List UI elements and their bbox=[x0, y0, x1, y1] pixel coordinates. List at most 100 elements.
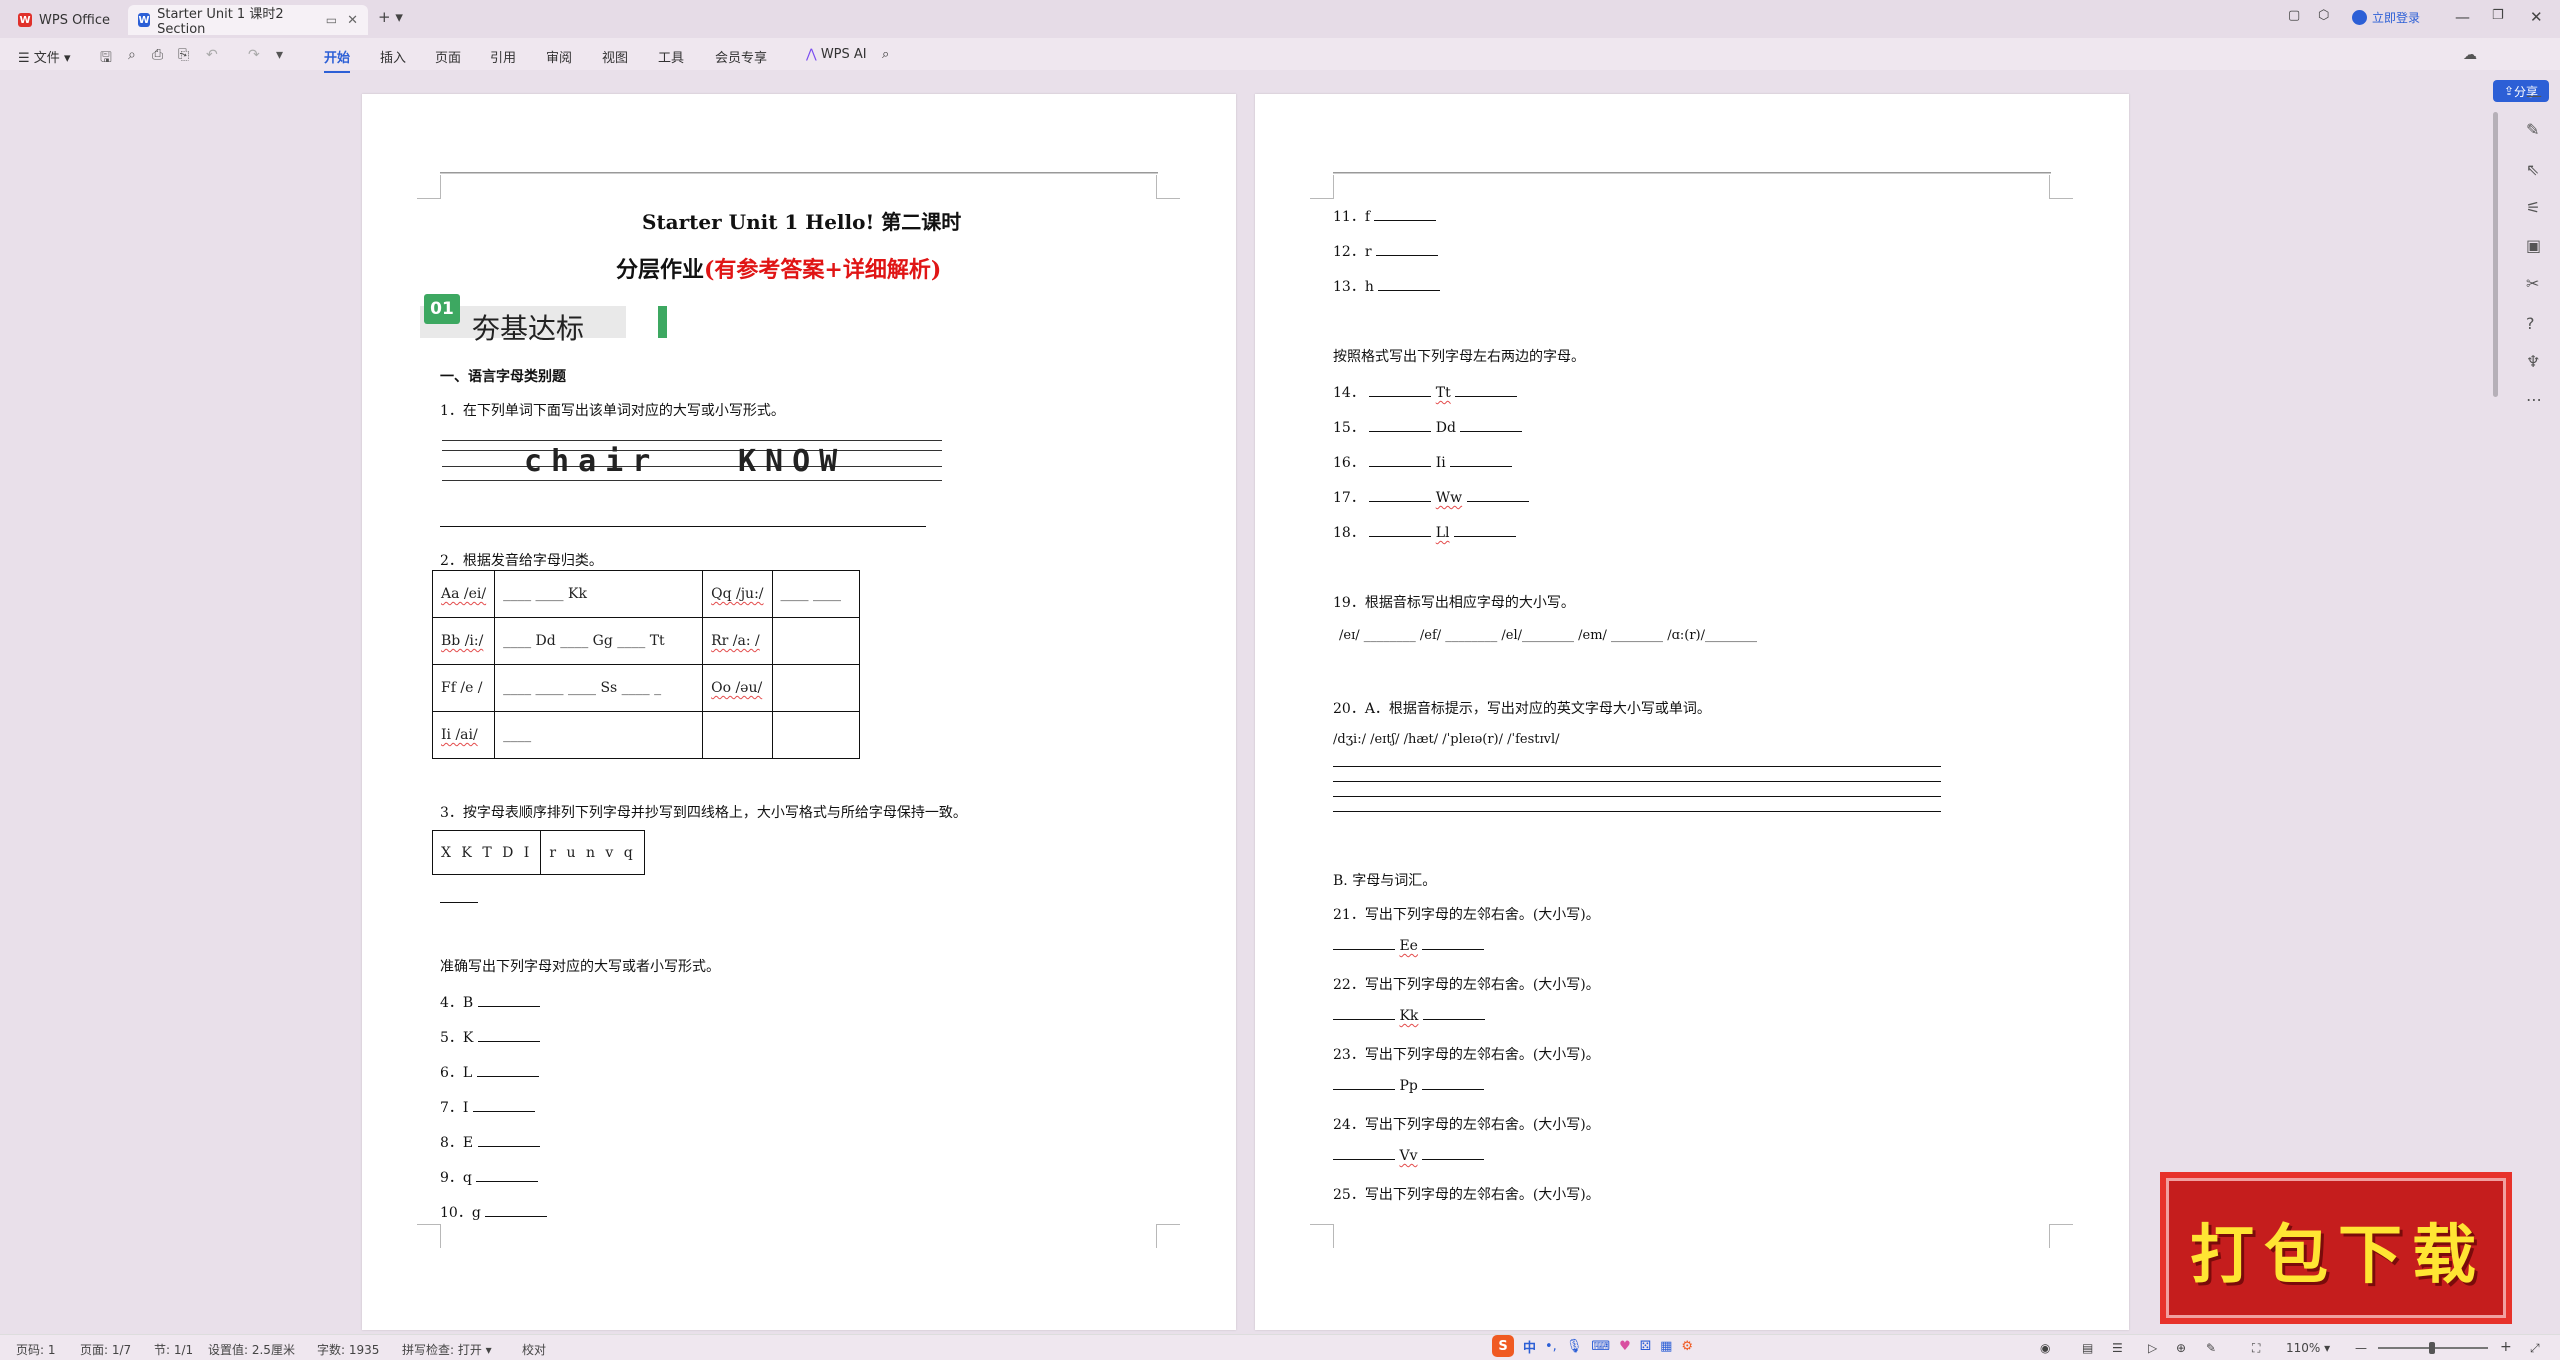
subtitle-text: 分层作业 bbox=[616, 257, 705, 283]
save-icon[interactable]: 🖫 bbox=[100, 47, 112, 71]
skin-icon[interactable]: ♥ bbox=[1619, 1339, 1631, 1354]
right-tool-panel: — ✎ ⇖ ⚟ ▣ ✂ ? ♆ ⋯ bbox=[2512, 70, 2560, 1334]
minimize-button[interactable]: — bbox=[2455, 8, 2470, 26]
table-cell bbox=[771, 664, 861, 712]
keyboard-icon[interactable]: ⌨ bbox=[1591, 1339, 1610, 1354]
tab-document[interactable]: W Starter Unit 1 课时2 Section ▭ ✕ bbox=[128, 5, 368, 37]
fit-page-icon[interactable]: ⛶ bbox=[2252, 1341, 2260, 1356]
redo-icon[interactable]: ↷ bbox=[248, 47, 260, 63]
restore-button[interactable]: ❐ bbox=[2492, 8, 2504, 23]
title-bar: W WPS Office W Starter Unit 1 课时2 Sectio… bbox=[0, 0, 2560, 38]
cube-icon[interactable]: ⬡ bbox=[2318, 8, 2329, 23]
status-word-count[interactable]: 字数: 1935 bbox=[317, 1341, 379, 1358]
doc-subtitle: 分层作业(有参考答案+详细解析) bbox=[616, 252, 941, 284]
help-icon[interactable]: ? bbox=[2526, 314, 2535, 333]
menu-home[interactable]: 开始 bbox=[324, 47, 351, 73]
web-view-icon[interactable]: ⊕ bbox=[2176, 1341, 2186, 1355]
search-icon[interactable]: ⌕ bbox=[882, 47, 889, 62]
shirt-icon[interactable]: ♆ bbox=[2526, 352, 2540, 371]
fullscreen-icon[interactable]: ⤢ bbox=[2530, 1341, 2540, 1356]
status-page-number[interactable]: 页码: 1 bbox=[16, 1341, 56, 1358]
menu-page[interactable]: 页面 bbox=[435, 47, 461, 66]
collapse-icon[interactable]: — bbox=[2526, 86, 2542, 105]
table-cell: Ff /e / bbox=[431, 664, 496, 712]
page-view-icon[interactable]: ▤ bbox=[2082, 1341, 2093, 1355]
new-tab-button[interactable]: + ▾ bbox=[378, 8, 403, 26]
download-banner[interactable]: 打包下载 bbox=[2160, 1172, 2512, 1324]
part-b-heading: B. 字母与词汇。 bbox=[1333, 873, 1437, 889]
status-section[interactable]: 节: 1/1 bbox=[154, 1341, 193, 1358]
corner-mark bbox=[1156, 175, 1180, 199]
eye-icon[interactable]: ◉ bbox=[2040, 1341, 2050, 1355]
doc-title: Starter Unit 1 Hello! 第二课时 bbox=[642, 210, 962, 234]
zoom-level[interactable]: 110% ▾ bbox=[2286, 1341, 2330, 1355]
list-item: 10．g bbox=[440, 1202, 548, 1222]
ime-language[interactable]: 中 bbox=[1523, 1337, 1536, 1356]
tools-icon[interactable]: ✂ bbox=[2526, 274, 2539, 293]
download-banner-text: 打包下载 bbox=[2190, 1219, 2486, 1293]
zoom-out-button[interactable]: — bbox=[2355, 1341, 2367, 1355]
status-bar: 页码: 1 页面: 1/7 节: 1/1 设置值: 2.5厘米 字数: 1935… bbox=[0, 1334, 2560, 1360]
menu-tools[interactable]: 工具 bbox=[658, 47, 684, 66]
zoom-slider-handle[interactable] bbox=[2429, 1342, 2435, 1354]
tab-wps-office[interactable]: W WPS Office bbox=[8, 5, 120, 35]
more-icon[interactable]: ⋯ bbox=[2526, 390, 2542, 409]
window-mode-icon[interactable]: ▢ bbox=[2288, 8, 2300, 23]
gamepad-icon[interactable]: ⚄ bbox=[1640, 1339, 1651, 1354]
vertical-scrollbar[interactable] bbox=[2493, 112, 2498, 397]
close-window-button[interactable]: ✕ bbox=[2530, 8, 2543, 26]
punctuation-icon[interactable]: •, bbox=[1545, 1339, 1557, 1354]
find-icon[interactable]: ⌕ bbox=[128, 47, 136, 63]
table-row: X K T D I r u n v q bbox=[431, 830, 645, 875]
question-item: 25．写出下列字母的左邻右舍。(大小写)。 bbox=[1333, 1187, 1600, 1203]
pen-mode-icon[interactable]: ✎ bbox=[2206, 1341, 2216, 1355]
instruction: 按照格式写出下列字母左右两边的字母。 bbox=[1333, 349, 1585, 365]
status-setting[interactable]: 设置值: 2.5厘米 bbox=[208, 1341, 295, 1358]
status-pages[interactable]: 页面: 1/7 bbox=[80, 1341, 131, 1358]
list-item: 18． Ll bbox=[1333, 522, 1516, 542]
answer-row: Kk bbox=[1333, 1008, 1485, 1024]
menu-references[interactable]: 引用 bbox=[490, 47, 516, 66]
list-item: 8．E bbox=[440, 1132, 540, 1152]
adjust-icon[interactable]: ⚟ bbox=[2526, 198, 2540, 217]
corner-mark bbox=[2049, 175, 2073, 199]
cloud-icon[interactable]: ☁ bbox=[2463, 47, 2477, 63]
table-cell: ____ ____ bbox=[771, 570, 861, 618]
more-chevron-icon[interactable]: ▾ bbox=[276, 47, 283, 63]
undo-icon[interactable]: ↶ bbox=[206, 47, 218, 63]
table-cell: Bb /i:/ bbox=[431, 617, 496, 665]
table-row: Aa /ei/ ____ ____ Kk Qq /ju:/ ____ ____ bbox=[431, 570, 861, 618]
menu-insert[interactable]: 插入 bbox=[380, 47, 406, 66]
menu-view[interactable]: 视图 bbox=[602, 47, 628, 66]
menu-review[interactable]: 审阅 bbox=[546, 47, 572, 66]
tab-label: WPS Office bbox=[39, 12, 111, 28]
select-cursor-icon[interactable]: ⇖ bbox=[2526, 160, 2539, 179]
question-2: 2．根据发音给字母归类。 bbox=[440, 553, 603, 569]
phonetic-line: /eɪ/ ________ /ef/ ________ /el/________… bbox=[1339, 628, 1758, 643]
image-icon[interactable]: ▣ bbox=[2526, 236, 2541, 255]
document-page-2: 11．f 12．r 13．h 按照格式写出下列字母左右两边的字母。 14． Tt… bbox=[1255, 94, 2129, 1330]
menu-member[interactable]: 会员专享 bbox=[715, 47, 767, 66]
corner-mark bbox=[1310, 1224, 1334, 1248]
play-icon[interactable]: ▷ bbox=[2148, 1341, 2157, 1355]
grid-icon[interactable]: ▦ bbox=[1660, 1339, 1672, 1354]
status-spell-check[interactable]: 拼写检查: 打开 ▾ bbox=[402, 1341, 492, 1358]
pen-icon[interactable]: ✎ bbox=[2526, 120, 2539, 139]
close-tab-icon[interactable]: ✕ bbox=[347, 13, 358, 28]
monitor-icon[interactable]: ▭ bbox=[326, 13, 337, 27]
question-1: 1．在下列单词下面写出该单词对应的大写或小写形式。 bbox=[440, 403, 785, 419]
settings-icon[interactable]: ⚙ bbox=[1681, 1339, 1693, 1354]
zoom-in-button[interactable]: + bbox=[2500, 1339, 2512, 1355]
answer-row: Pp bbox=[1333, 1078, 1485, 1094]
word-doc-icon: W bbox=[138, 13, 151, 27]
file-menu[interactable]: ☰ 文件 ▾ bbox=[18, 47, 70, 66]
microphone-icon[interactable]: 🎙 bbox=[1566, 1339, 1583, 1354]
wps-ai-button[interactable]: ⋀ WPS AI bbox=[806, 47, 867, 62]
status-proofread[interactable]: 校对 bbox=[522, 1341, 546, 1358]
login-button[interactable]: 立即登录 bbox=[2352, 9, 2420, 26]
outline-view-icon[interactable]: ☰ bbox=[2112, 1341, 2123, 1355]
sogou-logo-icon[interactable]: S bbox=[1492, 1335, 1514, 1357]
ime-toolbar: S 中 •, 🎙 ⌨ ♥ ⚄ ▦ ⚙ bbox=[1492, 1334, 1693, 1358]
print-icon[interactable]: ⎙ bbox=[152, 47, 163, 63]
print-preview-icon[interactable]: ⎘ bbox=[178, 47, 189, 63]
